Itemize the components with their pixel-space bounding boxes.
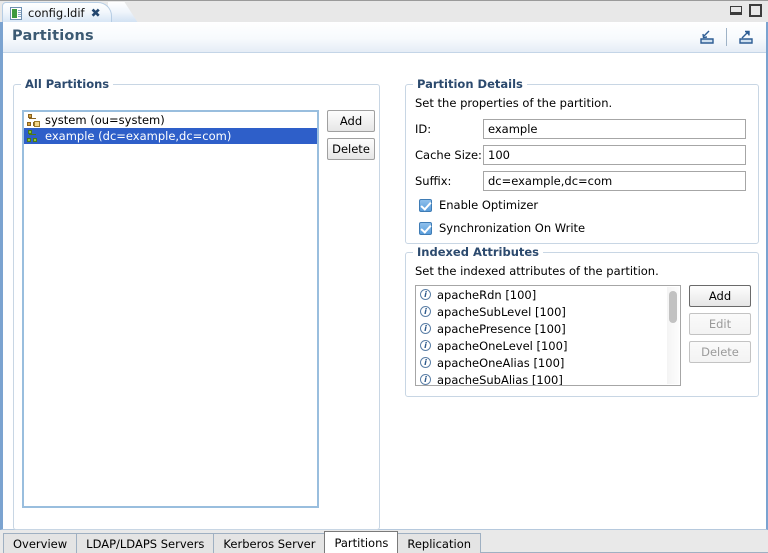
- enable-optimizer-label: Enable Optimizer: [439, 198, 538, 212]
- partition-id-row: ID: example: [415, 119, 746, 139]
- tab-curve-decoration: [108, 2, 138, 23]
- suffix-row: Suffix: dc=example,dc=com: [415, 171, 746, 191]
- checkbox-icon: [419, 222, 432, 235]
- info-icon: i: [420, 306, 431, 317]
- tab-ldap-ldaps-servers[interactable]: LDAP/LDAPS Servers: [76, 533, 214, 553]
- cache-size-row: Cache Size: 100: [415, 145, 746, 165]
- list-item-label: apacheOneAlias [100]: [437, 356, 564, 370]
- delete-index-button: Delete: [689, 341, 751, 363]
- partition-id-label: ID:: [415, 122, 483, 136]
- partition-details-group-title: Partition Details: [413, 77, 527, 91]
- list-item-label: apacheRdn [100]: [437, 288, 536, 302]
- form-page: Partitions: [0, 22, 768, 530]
- partitions-actions: Add Delete: [327, 110, 375, 160]
- suffix-input[interactable]: dc=example,dc=com: [483, 171, 746, 191]
- list-item-label: apachePresence [100]: [437, 322, 566, 336]
- partition-id-input[interactable]: example: [483, 119, 746, 139]
- indexed-attributes-group-title: Indexed Attributes: [413, 245, 543, 259]
- list-item-label: apacheSubLevel [100]: [437, 305, 566, 319]
- close-icon[interactable]: ✖: [91, 7, 101, 19]
- all-partitions-group: All Partitions system (ou=system) ex: [13, 84, 380, 530]
- all-partitions-group-title: All Partitions: [21, 77, 113, 91]
- list-item[interactable]: example (dc=example,dc=com): [24, 128, 317, 144]
- enable-optimizer-checkbox[interactable]: Enable Optimizer: [419, 196, 538, 214]
- list-item[interactable]: i apacheRdn [100]: [416, 286, 680, 303]
- synchronization-on-write-checkbox[interactable]: Synchronization On Write: [419, 219, 585, 237]
- indexed-attributes-actions: Add Edit Delete: [689, 285, 751, 363]
- restore-view-icon[interactable]: [695, 25, 719, 49]
- tab-overview[interactable]: Overview: [3, 533, 77, 553]
- list-item[interactable]: i apacheSubAlias [100]: [416, 371, 680, 386]
- list-item[interactable]: i apacheOneLevel [100]: [416, 337, 680, 354]
- editor-tab-config-ldif[interactable]: config.ldif ✖: [2, 2, 112, 23]
- add-index-button[interactable]: Add: [689, 285, 751, 307]
- tabs-filler: [480, 532, 768, 553]
- info-icon: i: [420, 323, 431, 334]
- maximize-icon[interactable]: [749, 4, 762, 17]
- edit-index-button: Edit: [689, 313, 751, 335]
- partition-details-group: Partition Details Set the properties of …: [405, 84, 759, 244]
- page-title: Partitions: [12, 28, 94, 44]
- list-item-label: example (dc=example,dc=com): [45, 129, 231, 143]
- maximize-view-icon[interactable]: [734, 25, 758, 49]
- info-icon: i: [420, 340, 431, 351]
- list-item[interactable]: i apacheOneAlias [100]: [416, 354, 680, 371]
- list-item[interactable]: i apachePresence [100]: [416, 320, 680, 337]
- tab-kerberos-server[interactable]: Kerberos Server: [213, 533, 325, 553]
- info-icon: i: [420, 357, 431, 368]
- list-item[interactable]: i apacheSubLevel [100]: [416, 303, 680, 320]
- list-item-label: apacheOneLevel [100]: [437, 339, 567, 353]
- partition-system-icon: [27, 114, 40, 127]
- synchronization-on-write-label: Synchronization On Write: [439, 221, 585, 235]
- list-item-label: system (ou=system): [45, 113, 165, 127]
- indexed-attributes-description: Set the indexed attributes of the partit…: [415, 264, 659, 278]
- delete-partition-button[interactable]: Delete: [327, 138, 375, 160]
- partitions-list[interactable]: system (ou=system) example (dc=example,d…: [22, 110, 319, 508]
- tab-replication[interactable]: Replication: [397, 533, 481, 553]
- indexed-attributes-group: Indexed Attributes Set the indexed attri…: [405, 252, 759, 397]
- suffix-label: Suffix:: [415, 174, 483, 188]
- indexed-attributes-list[interactable]: i apacheRdn [100] i apacheSubLevel [100]…: [415, 285, 681, 386]
- form-page-tabs: Overview LDAP/LDAPS Servers Kerberos Ser…: [0, 530, 768, 553]
- tab-partitions[interactable]: Partitions: [324, 531, 398, 553]
- cache-size-input[interactable]: 100: [483, 145, 746, 165]
- info-icon: i: [420, 374, 431, 385]
- editor-window: config.ldif ✖ Partitions: [0, 0, 768, 553]
- add-partition-button[interactable]: Add: [327, 110, 375, 132]
- checkbox-icon: [419, 199, 432, 212]
- partition-icon: [27, 130, 40, 143]
- toolbar-separator: [726, 28, 727, 46]
- form-header: Partitions: [3, 22, 766, 53]
- editor-tab-label: config.ldif: [28, 6, 85, 20]
- partition-details-description: Set the properties of the partition.: [415, 96, 612, 110]
- scrollbar[interactable]: [667, 287, 679, 384]
- ldif-document-icon: [10, 7, 22, 20]
- minimize-icon[interactable]: [730, 6, 742, 15]
- window-controls: [730, 4, 762, 17]
- editor-tab-strip: config.ldif ✖: [0, 0, 768, 22]
- list-item-label: apacheSubAlias [100]: [437, 373, 563, 387]
- list-item[interactable]: system (ou=system): [24, 112, 317, 128]
- cache-size-label: Cache Size:: [415, 148, 483, 162]
- info-icon: i: [420, 289, 431, 300]
- scrollbar-thumb[interactable]: [669, 291, 677, 323]
- form-header-toolbar: [695, 25, 758, 49]
